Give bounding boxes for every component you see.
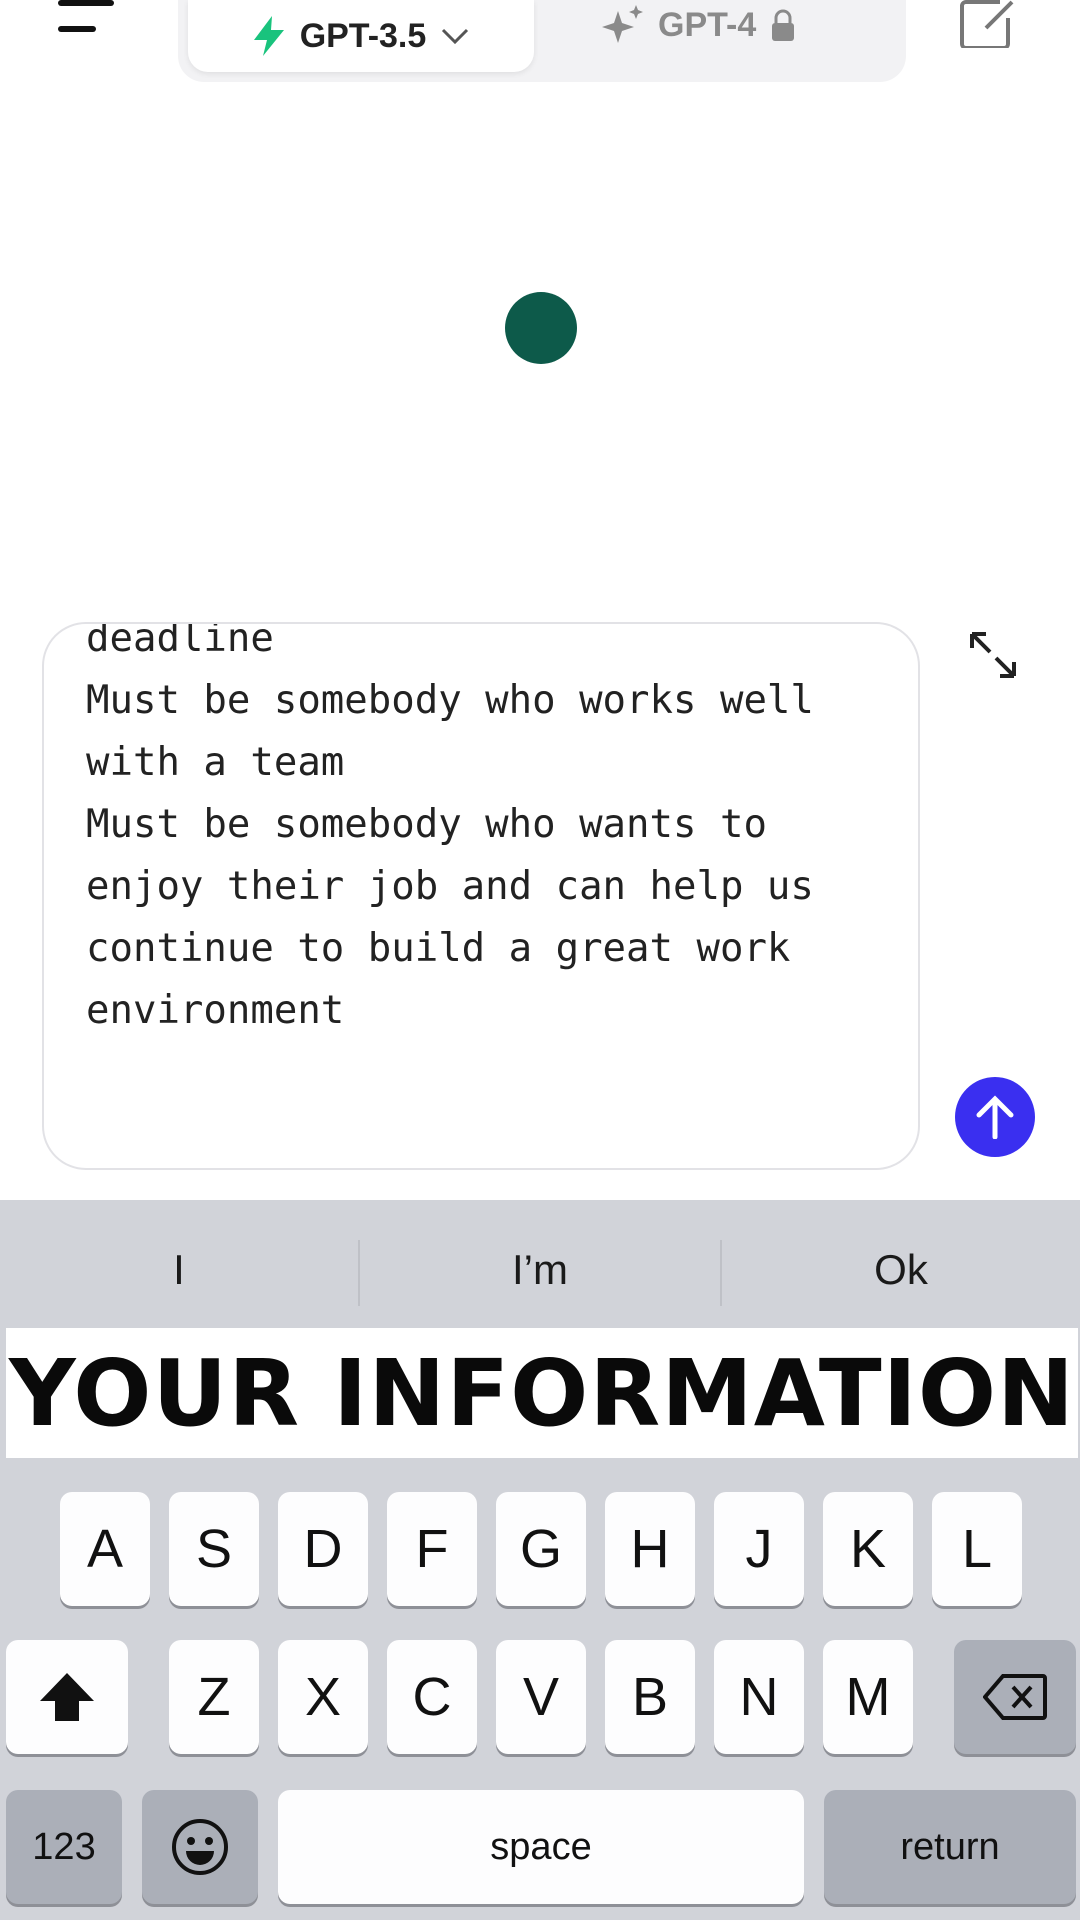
numbers-key-label: 123: [32, 1825, 96, 1868]
caption-text: YOUR INFORMATION: [8, 1339, 1076, 1447]
model-label: GPT-4: [658, 5, 757, 44]
key-x[interactable]: X: [278, 1640, 368, 1754]
lock-icon: [772, 9, 795, 41]
suggestion-item[interactable]: I: [0, 1200, 358, 1340]
key-v[interactable]: V: [496, 1640, 586, 1754]
menu-icon[interactable]: [58, 0, 124, 40]
new-chat-icon[interactable]: [960, 0, 1018, 48]
space-key-label: space: [490, 1825, 592, 1868]
model-option-gpt-4[interactable]: GPT-4: [600, 0, 860, 50]
return-key-label: return: [900, 1825, 1000, 1868]
chevron-down-icon: [442, 28, 469, 45]
model-label: GPT-3.5: [299, 16, 427, 55]
suggestion-divider: [358, 1240, 360, 1306]
key-k[interactable]: K: [823, 1492, 913, 1606]
return-key[interactable]: return: [824, 1790, 1076, 1904]
suggestion-item[interactable]: Ok: [722, 1200, 1080, 1340]
shift-key[interactable]: [6, 1640, 128, 1754]
suggestion-divider: [720, 1240, 722, 1306]
key-c[interactable]: C: [387, 1640, 477, 1754]
key-m[interactable]: M: [823, 1640, 913, 1754]
message-text: deadline Must be somebody who works well…: [86, 622, 814, 1033]
emoji-key[interactable]: [142, 1790, 258, 1904]
sparkle-icon: [602, 5, 643, 43]
delete-key[interactable]: [954, 1640, 1076, 1754]
model-option-gpt-3-5[interactable]: GPT-3.5: [188, 0, 534, 72]
suggestion-bar: I I’m Ok: [0, 1200, 1080, 1340]
emoji-icon: [172, 1819, 228, 1875]
key-s[interactable]: S: [169, 1492, 259, 1606]
key-f[interactable]: F: [387, 1492, 477, 1606]
caption-overlay: YOUR INFORMATION: [6, 1328, 1078, 1458]
key-h[interactable]: H: [605, 1492, 695, 1606]
message-input[interactable]: deadline Must be somebody who works well…: [42, 622, 920, 1170]
lightning-icon: [253, 16, 284, 56]
arrow-up-icon: [976, 1095, 1014, 1139]
key-j[interactable]: J: [714, 1492, 804, 1606]
send-button[interactable]: [955, 1077, 1035, 1157]
key-g[interactable]: G: [496, 1492, 586, 1606]
key-d[interactable]: D: [278, 1492, 368, 1606]
shift-icon: [40, 1673, 94, 1721]
key-b[interactable]: B: [605, 1640, 695, 1754]
key-z[interactable]: Z: [169, 1640, 259, 1754]
numbers-key[interactable]: 123: [6, 1790, 122, 1904]
expand-icon[interactable]: [968, 630, 1018, 680]
backspace-icon: [983, 1674, 1047, 1720]
key-n[interactable]: N: [714, 1640, 804, 1754]
suggestion-item[interactable]: I’m: [360, 1200, 720, 1340]
thinking-indicator: [505, 292, 577, 364]
space-key[interactable]: space: [278, 1790, 804, 1904]
key-a[interactable]: A: [60, 1492, 150, 1606]
key-l[interactable]: L: [932, 1492, 1022, 1606]
